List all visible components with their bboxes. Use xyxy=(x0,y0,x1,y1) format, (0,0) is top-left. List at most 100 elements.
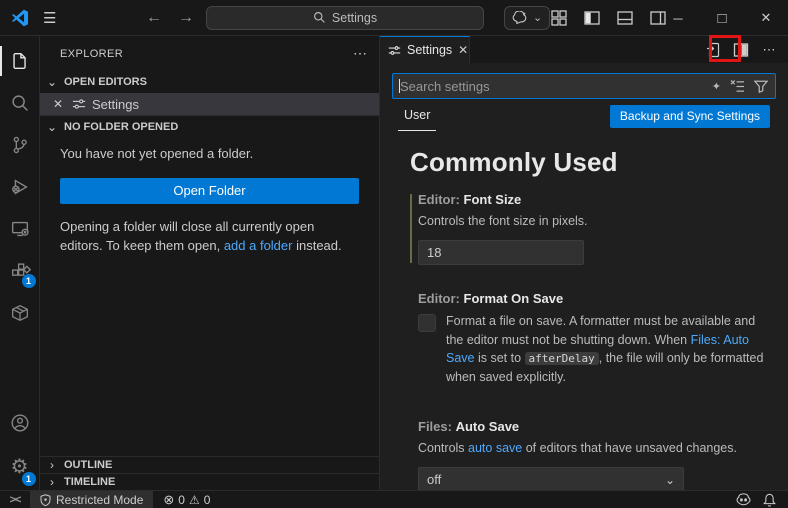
extensions-badge: 1 xyxy=(21,274,36,288)
copilot-status-icon[interactable] xyxy=(736,493,751,506)
open-editors-header[interactable]: ⌄ OPEN EDITORS xyxy=(40,71,379,93)
open-folder-button[interactable]: Open Folder xyxy=(60,177,359,204)
extensions-icon[interactable]: 1 xyxy=(0,250,40,292)
chevron-down-icon: ⌄ xyxy=(533,12,543,24)
tab-settings[interactable]: Settings ✕ xyxy=(380,36,470,63)
setting-name: Auto Save xyxy=(455,418,520,434)
command-center-search[interactable]: Settings xyxy=(206,5,484,30)
close-editor-icon[interactable]: ✕ xyxy=(50,97,66,111)
auto-save-select[interactable]: off ⌄ xyxy=(418,466,684,490)
setting-description: Controls the font size in pixels. xyxy=(418,214,588,228)
remote-indicator-icon[interactable]: >< xyxy=(0,494,30,506)
filter-icon[interactable] xyxy=(754,80,768,93)
maximize-button[interactable]: □ xyxy=(700,0,744,36)
shield-icon xyxy=(40,493,51,506)
settings-gear-icon[interactable]: ⚙ 1 xyxy=(0,444,40,490)
sidebar-title: EXPLORER xyxy=(60,47,124,60)
setting-editor-font-size: Editor: Font Size Controls the font size… xyxy=(410,192,770,265)
search-sidebar-icon[interactable] xyxy=(0,82,40,124)
settings-badge: 1 xyxy=(21,472,36,486)
setting-files-auto-save: Files: Auto Save Controls auto save of e… xyxy=(410,419,770,490)
open-editor-item-settings[interactable]: ✕ Settings xyxy=(40,93,379,115)
setting-description: Controls auto save of editors that have … xyxy=(418,439,770,458)
setting-category: Files: xyxy=(418,418,452,434)
chevron-right-icon: › xyxy=(50,458,54,472)
format-on-save-checkbox[interactable] xyxy=(418,313,436,332)
notifications-bell-icon[interactable] xyxy=(763,493,776,507)
error-icon: ⊗ xyxy=(163,491,175,507)
copilot-menu-button[interactable]: ⌄ xyxy=(504,5,551,30)
clear-search-icon[interactable] xyxy=(730,79,745,93)
hint-text-after: instead. xyxy=(292,237,342,253)
timeline-label: TIMELINE xyxy=(64,476,116,488)
outline-label: OUTLINE xyxy=(64,459,113,471)
explorer-sidebar: EXPLORER ⋯ ⌄ OPEN EDITORS ✕ Settings ⌄ N… xyxy=(40,36,380,490)
setting-description: Format a file on save. A formatter must … xyxy=(446,312,770,387)
setting-name: Format On Save xyxy=(463,290,564,306)
restricted-mode-label: Restricted Mode xyxy=(56,492,144,507)
chevron-down-icon: ⌄ xyxy=(664,472,675,487)
settings-editor-icon xyxy=(72,97,86,111)
explorer-icon[interactable] xyxy=(0,40,40,82)
search-icon xyxy=(313,11,326,24)
commonly-used-heading: Commonly Used xyxy=(410,147,618,177)
editor-group: Settings ✕ ⋯ Search settings ✦ User Back… xyxy=(380,35,788,490)
chevron-down-icon: ⌄ xyxy=(46,75,58,89)
auto-save-link[interactable]: auto save xyxy=(468,441,522,455)
settings-editor: ✦ User Backup and Sync Settings Commonl xyxy=(380,63,788,490)
timeline-section-header[interactable]: › TIMELINE xyxy=(40,473,379,490)
explorer-more-actions-icon[interactable]: ⋯ xyxy=(353,45,367,62)
settings-list: Commonly Used Editor: Font Size Controls… xyxy=(392,133,776,490)
desc-text: is set to xyxy=(474,351,525,366)
activity-bar: 1 ⚙ 1 xyxy=(0,36,40,490)
setting-category: Editor: xyxy=(418,290,460,306)
setting-editor-format-on-save: Editor: Format On Save Format a file on … xyxy=(410,291,770,387)
run-debug-icon[interactable] xyxy=(0,166,40,208)
select-value: off xyxy=(427,472,442,487)
package-explorer-icon[interactable] xyxy=(0,292,40,334)
chevron-down-icon: ⌄ xyxy=(46,119,58,134)
error-count: 0 xyxy=(178,492,185,507)
setting-category: Editor: xyxy=(418,192,460,207)
add-folder-link[interactable]: add a folder xyxy=(224,238,293,253)
titlebar: ☰ ← → Settings ⌄ ─ □ ✕ xyxy=(0,0,788,36)
open-editors-label: OPEN EDITORS xyxy=(64,76,147,88)
customize-layout-icon[interactable] xyxy=(548,7,570,29)
open-settings-json-icon[interactable] xyxy=(702,39,724,61)
close-window-button[interactable]: ✕ xyxy=(744,0,788,36)
backup-sync-settings-button[interactable]: Backup and Sync Settings xyxy=(609,104,770,128)
toggle-panel-icon[interactable] xyxy=(614,7,636,29)
no-folder-opened-label: NO FOLDER OPENED xyxy=(64,120,179,133)
font-size-input[interactable]: 18 xyxy=(418,239,584,265)
command-center-label: Settings xyxy=(331,10,378,25)
forward-icon[interactable]: → xyxy=(174,9,198,27)
no-folder-hint: Opening a folder will close all currentl… xyxy=(40,208,379,266)
chevron-right-icon: › xyxy=(50,475,54,489)
after-delay-code: afterDelay xyxy=(524,352,599,366)
problems-indicator[interactable]: ⊗ 0 ⚠ 0 xyxy=(153,492,210,508)
warning-icon: ⚠ xyxy=(188,492,200,507)
no-folder-opened-header[interactable]: ⌄ NO FOLDER OPENED xyxy=(40,115,379,137)
editor-tabbar: Settings ✕ ⋯ xyxy=(380,35,788,63)
ai-search-icon[interactable]: ✦ xyxy=(712,80,721,93)
text-caret xyxy=(399,79,400,93)
copilot-icon xyxy=(512,10,528,25)
more-actions-icon[interactable]: ⋯ xyxy=(758,39,780,61)
menu-icon[interactable]: ☰ xyxy=(43,9,56,27)
source-control-icon[interactable] xyxy=(0,124,40,166)
setting-name: Font Size xyxy=(463,192,522,207)
toggle-primary-sidebar-icon[interactable] xyxy=(581,7,603,29)
minimize-button[interactable]: ─ xyxy=(656,0,700,36)
tab-user[interactable]: User xyxy=(398,102,437,131)
tab-label: Settings xyxy=(407,43,453,57)
accounts-icon[interactable] xyxy=(0,402,40,444)
split-editor-icon[interactable] xyxy=(730,39,752,61)
tab-close-icon[interactable]: ✕ xyxy=(458,43,468,57)
restricted-mode-button[interactable]: Restricted Mode xyxy=(30,491,154,508)
warning-count: 0 xyxy=(203,492,211,507)
outline-section-header[interactable]: › OUTLINE xyxy=(40,456,379,473)
vscode-logo-icon xyxy=(11,9,29,27)
remote-explorer-icon[interactable] xyxy=(0,208,40,250)
open-editor-label: Settings xyxy=(92,96,139,112)
back-icon[interactable]: ← xyxy=(142,9,166,27)
